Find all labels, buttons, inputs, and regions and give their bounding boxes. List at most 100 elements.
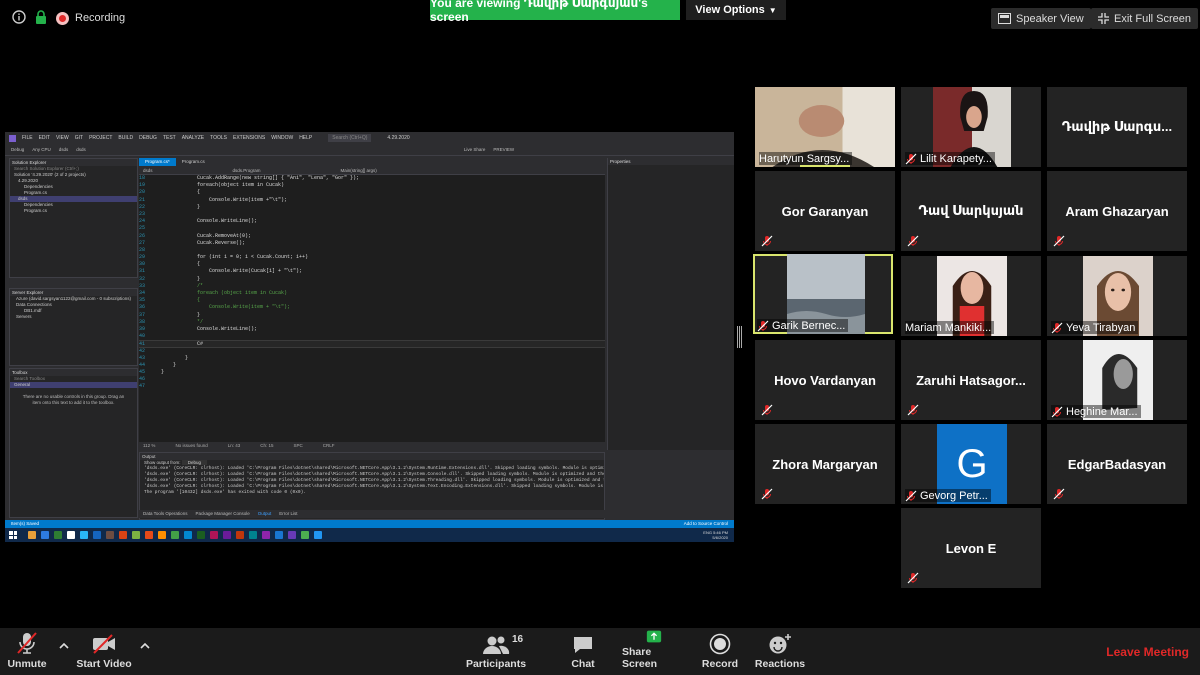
taskbar-app-icon[interactable] <box>67 531 75 539</box>
split-divider-handle[interactable] <box>737 326 742 348</box>
vs-menu-item[interactable]: DEBUG <box>139 135 157 141</box>
taskbar-app-icon[interactable] <box>197 531 205 539</box>
code-line[interactable]: 45} <box>139 369 605 376</box>
exit-full-screen-button[interactable]: Exit Full Screen <box>1091 8 1199 29</box>
server-explorer-item[interactable]: Servers <box>10 314 137 320</box>
taskbar-app-icon[interactable] <box>41 531 49 539</box>
vs-menu-item[interactable]: GIT <box>75 135 83 141</box>
participant-tile[interactable]: Garik Bernec... <box>753 254 893 334</box>
participant-tile[interactable]: Mariam Mankiki... <box>901 256 1041 336</box>
code-line[interactable]: 46 <box>139 376 605 383</box>
vs-menu-item[interactable]: ANALYZE <box>182 135 204 141</box>
vs-menu-item[interactable]: BUILD <box>118 135 133 141</box>
vs-menu-item[interactable]: WINDOW <box>271 135 293 141</box>
participant-tile[interactable]: G Gevorg Petr... <box>901 424 1041 504</box>
solution-explorer-item[interactable]: Program.cs <box>10 208 137 214</box>
code-line[interactable]: 44 } <box>139 362 605 369</box>
unmute-button[interactable]: Unmute <box>5 630 49 674</box>
taskbar-app-icon[interactable] <box>262 531 270 539</box>
code-line[interactable]: 30 { <box>139 261 605 268</box>
taskbar-app-icon[interactable] <box>28 531 36 539</box>
participant-tile[interactable]: Zaruhi Hatsagor... <box>901 340 1041 420</box>
participant-tile[interactable]: Դավ Սարկսյան <box>901 171 1041 251</box>
taskbar-app-icon[interactable] <box>184 531 192 539</box>
taskbar-app-icon[interactable] <box>301 531 309 539</box>
bottom-tool-tab[interactable]: Output <box>258 510 272 518</box>
taskbar-app-icon[interactable] <box>223 531 231 539</box>
view-options-button[interactable]: View Options ▼ <box>686 0 786 20</box>
editor-tab[interactable]: Program.cs <box>176 158 211 166</box>
participant-tile[interactable]: Aram Ghazaryan <box>1047 171 1187 251</box>
vs-search-box[interactable]: Search (Ctrl+Q) <box>328 134 372 142</box>
code-line[interactable]: 18 Cucak.AddRange(new string[] { "Ani", … <box>139 175 605 182</box>
recording-indicator[interactable]: Recording <box>56 9 125 27</box>
code-line[interactable]: 41 C# <box>139 340 605 348</box>
code-line[interactable]: 36 Console.Write(item + "\t"); <box>139 304 605 311</box>
taskbar-app-icon[interactable] <box>93 531 101 539</box>
output-source-select[interactable]: Debug <box>181 460 208 465</box>
participant-tile[interactable]: Zhora Margaryan <box>755 424 895 504</box>
taskbar-app-icon[interactable] <box>119 531 127 539</box>
taskbar-app-icon[interactable] <box>210 531 218 539</box>
add-to-source-control[interactable]: Add to Source Control <box>684 520 728 528</box>
code-line[interactable]: 37 } <box>139 312 605 319</box>
code-line[interactable]: 23 <box>139 211 605 218</box>
participant-tile[interactable]: Harutyun Sargsy... <box>755 87 895 167</box>
vs-menu-item[interactable]: TEST <box>163 135 176 141</box>
vs-toolbar-item[interactable]: PREVIEW <box>493 147 514 152</box>
code-line[interactable]: 29 for (int i = 0; i < Cucak.Count; i++) <box>139 254 605 261</box>
taskbar-app-icon[interactable] <box>54 531 62 539</box>
code-line[interactable]: 47 <box>139 383 605 390</box>
audio-options-chevron-icon[interactable] <box>58 640 70 652</box>
editor-tab[interactable]: Program.cs* <box>139 158 176 166</box>
start-video-button[interactable]: Start Video <box>76 630 132 674</box>
bottom-tool-tab[interactable]: Data Tools Operations <box>143 510 187 518</box>
vs-toolbar-item[interactable]: Any CPU <box>32 147 51 152</box>
vs-menu-item[interactable]: HELP <box>299 135 312 141</box>
speaker-view-button[interactable]: Speaker View <box>991 8 1091 29</box>
code-line[interactable]: 42 <box>139 348 605 355</box>
participant-tile[interactable]: Դավիթ Սարգս... <box>1047 87 1187 167</box>
code-line[interactable]: 40 <box>139 333 605 340</box>
vs-menu-item[interactable]: TOOLS <box>210 135 227 141</box>
code-editor[interactable]: Program.cs* Program.cs dsds dsds.Program Ma… <box>139 158 605 442</box>
vs-toolbar-item[interactable]: dsds <box>76 147 86 152</box>
taskbar-app-icon[interactable] <box>106 531 114 539</box>
participant-tile[interactable]: Lilit Karapety... <box>901 87 1041 167</box>
video-options-chevron-icon[interactable] <box>139 640 151 652</box>
code-line[interactable]: 22 } <box>139 204 605 211</box>
taskbar-app-icon[interactable] <box>145 531 153 539</box>
vs-menu-item[interactable]: FILE <box>22 135 33 141</box>
code-line[interactable]: 35 { <box>139 297 605 304</box>
participant-tile[interactable]: Gor Garanyan <box>755 171 895 251</box>
code-line[interactable]: 19 foreach(object item in Cucak) <box>139 182 605 189</box>
taskbar-app-icon[interactable] <box>80 531 88 539</box>
code-line[interactable]: 43 } <box>139 355 605 362</box>
share-screen-button[interactable]: Share Screen <box>622 630 686 674</box>
vs-menu-item[interactable]: VIEW <box>56 135 69 141</box>
code-line[interactable]: 21 Console.Write(item +"\t"); <box>139 197 605 204</box>
breadcrumb-item[interactable]: dsds <box>143 166 153 174</box>
vs-menu-item[interactable]: EXTENSIONS <box>233 135 265 141</box>
info-icon[interactable] <box>12 10 26 24</box>
code-line[interactable]: 33 /* <box>139 283 605 290</box>
leave-meeting-button[interactable]: Leave Meeting <box>1106 645 1189 659</box>
taskbar-app-icon[interactable] <box>275 531 283 539</box>
taskbar-app-icon[interactable] <box>249 531 257 539</box>
code-line[interactable]: 25 <box>139 225 605 232</box>
bottom-tool-tab[interactable]: Package Manager Console <box>195 510 249 518</box>
code-line[interactable]: 31 Console.Write(Cucak[i] + "\t"); <box>139 268 605 275</box>
lock-icon[interactable] <box>35 10 47 25</box>
record-button[interactable]: Record <box>700 630 740 674</box>
participant-tile[interactable]: EdgarBadasyan <box>1047 424 1187 504</box>
windows-start-icon[interactable] <box>9 531 17 539</box>
participant-tile[interactable]: Heghine Mar... <box>1047 340 1187 420</box>
chat-button[interactable]: Chat <box>565 630 601 674</box>
participant-tile[interactable]: Hovo Vardanyan <box>755 340 895 420</box>
vs-toolbar-item[interactable]: Live Share <box>464 147 486 152</box>
bottom-tool-tab[interactable]: Error List <box>279 510 297 518</box>
code-line[interactable]: 26 Cucak.RemoveAt(0); <box>139 233 605 240</box>
code-line[interactable]: 34 foreach (object item in Cucak) <box>139 290 605 297</box>
vs-toolbar-item[interactable]: dsds <box>59 147 69 152</box>
code-line[interactable]: 28 <box>139 247 605 254</box>
